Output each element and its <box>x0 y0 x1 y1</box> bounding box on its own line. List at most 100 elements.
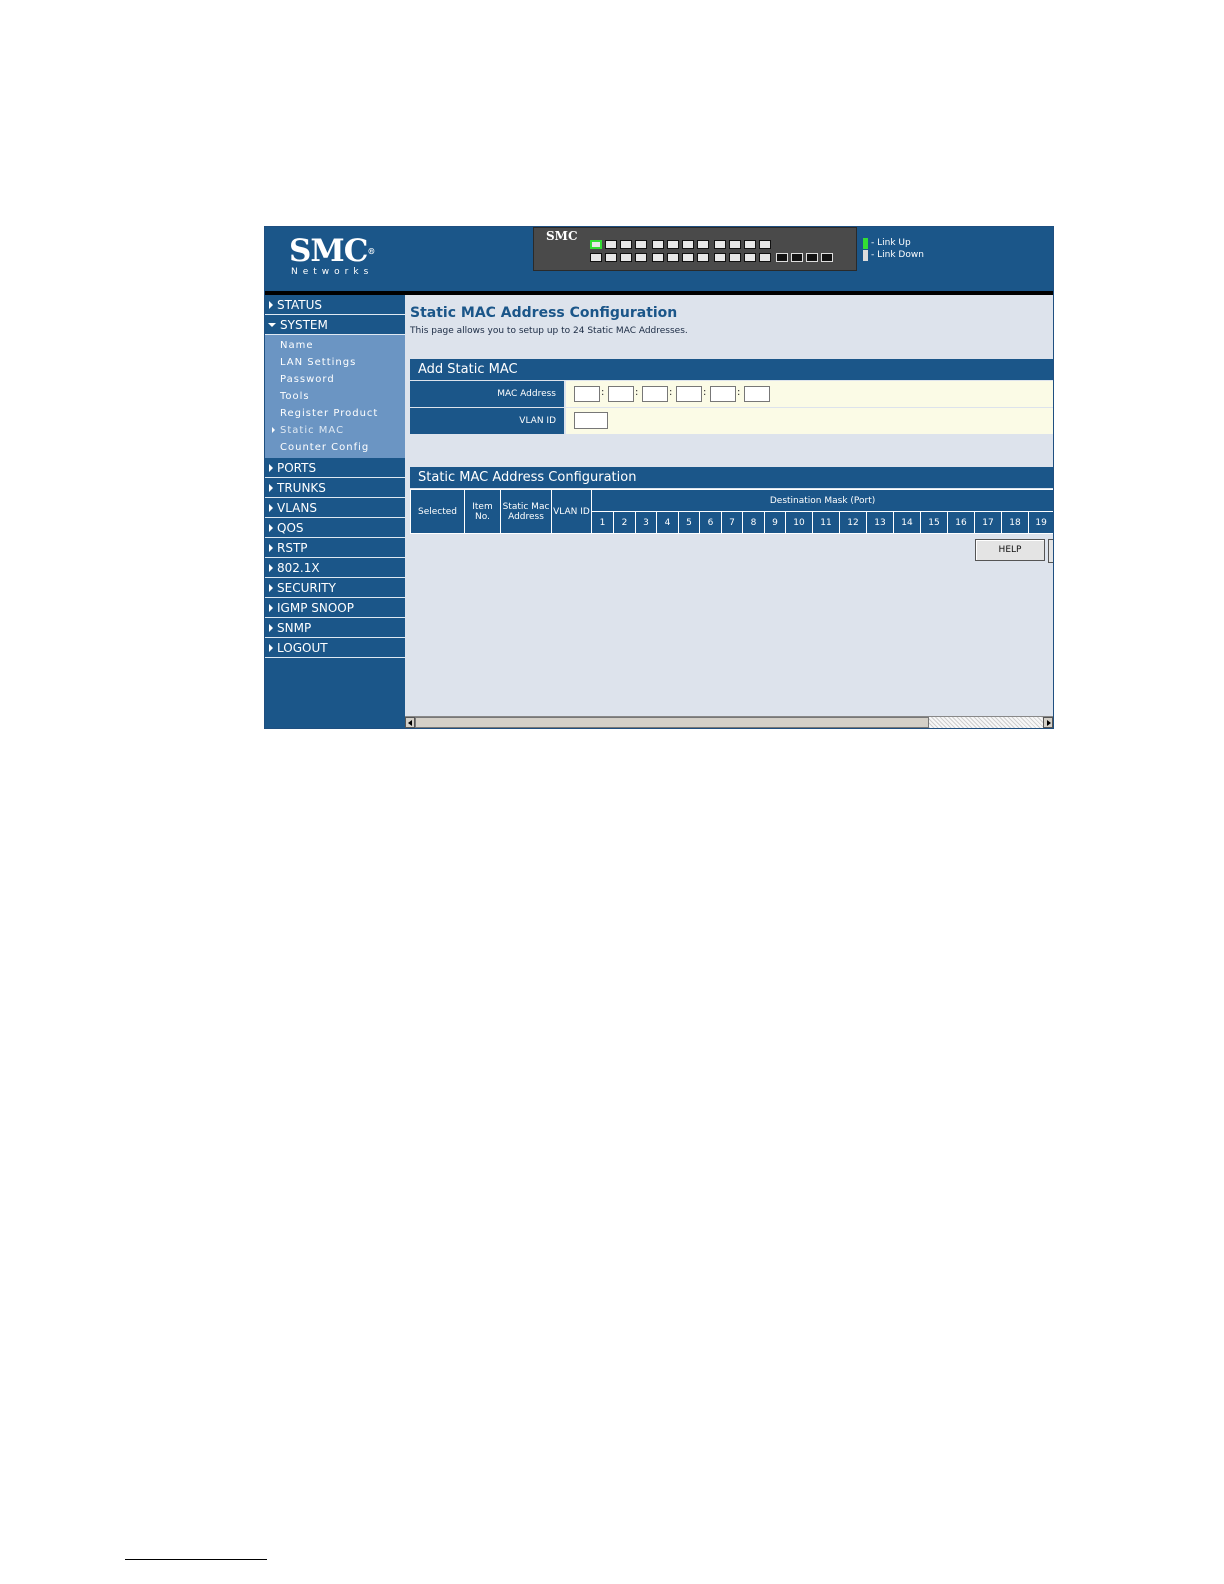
port-header-9: 9 <box>764 511 786 534</box>
triangle-right-icon <box>269 484 273 492</box>
port-header-1: 1 <box>591 511 614 534</box>
nav-qos[interactable]: QOS <box>265 518 405 538</box>
switch-panel-graphic: SMC <box>533 227 857 271</box>
logo-text: SMC <box>289 233 368 269</box>
horizontal-scrollbar[interactable] <box>405 716 1053 728</box>
page-description: This page allows you to setup up to 24 S… <box>410 326 688 336</box>
ethernet-port-icon <box>682 253 694 262</box>
ethernet-port-icon <box>682 240 694 249</box>
nav-label: RSTP <box>277 541 308 555</box>
nav-label: SECURITY <box>277 581 336 595</box>
subnav-lan-settings[interactable]: LAN Settings <box>265 354 405 371</box>
subnav-static-mac-label: Static MAC <box>280 425 345 436</box>
nav-label: TRUNKS <box>277 481 326 495</box>
port-header-12: 12 <box>839 511 867 534</box>
port-header-5: 5 <box>678 511 700 534</box>
smc-logo: SMC® Networks <box>289 233 375 277</box>
ethernet-port-icon <box>652 240 664 249</box>
nav-label: 802.1X <box>277 561 320 575</box>
triangle-right-icon <box>269 544 273 552</box>
nav-label: PORTS <box>277 461 317 475</box>
help-button[interactable]: HELP <box>975 539 1045 561</box>
triangle-right-icon <box>269 504 273 512</box>
col-item-no: Item No. <box>464 489 501 534</box>
mac-separator: : <box>703 387 707 398</box>
mac-octet-1-input[interactable] <box>574 386 600 402</box>
port-header-16: 16 <box>947 511 975 534</box>
scrollbar-thumb[interactable] <box>415 717 929 728</box>
ethernet-port-icon <box>635 253 647 262</box>
sidebar: STATUS SYSTEM Name LAN Settings Password… <box>265 295 405 728</box>
nav-igmp-snoop[interactable]: IGMP SNOOP <box>265 598 405 618</box>
triangle-right-icon <box>269 301 273 309</box>
nav-snmp[interactable]: SNMP <box>265 618 405 638</box>
nav-logout[interactable]: LOGOUT <box>265 638 405 658</box>
scroll-left-arrow-icon[interactable] <box>405 717 415 728</box>
legend-link-down: - Link Down <box>863 249 924 261</box>
col-selected: Selected <box>410 489 465 534</box>
browser-frame: SMC® Networks SMC - Link Up - Link Down … <box>264 226 1054 729</box>
subnav-password[interactable]: Password <box>265 371 405 388</box>
subnav-tools[interactable]: Tools <box>265 388 405 405</box>
ethernet-port-icon <box>759 253 771 262</box>
ethernet-port-icon <box>635 240 647 249</box>
ethernet-port-icon <box>605 253 617 262</box>
nav-trunks[interactable]: TRUNKS <box>265 478 405 498</box>
mac-octet-5-input[interactable] <box>710 386 736 402</box>
mac-separator: : <box>737 387 741 398</box>
link-down-swatch <box>863 249 868 261</box>
vlan-id-label: VLAN ID <box>410 408 564 434</box>
ethernet-port-icon <box>697 253 709 262</box>
triangle-right-icon <box>269 524 273 532</box>
static-mac-table-heading: Static MAC Address Configuration <box>410 467 1053 488</box>
subnav-register-product[interactable]: Register Product <box>265 405 405 422</box>
port-header-6: 6 <box>699 511 722 534</box>
mac-octet-3-input[interactable] <box>642 386 668 402</box>
link-legend: - Link Up - Link Down <box>863 237 924 261</box>
triangle-right-icon <box>269 584 273 592</box>
port-header-15: 15 <box>920 511 948 534</box>
nav-status[interactable]: STATUS <box>265 295 405 315</box>
mac-octet-2-input[interactable] <box>608 386 634 402</box>
nav-label: VLANS <box>277 501 317 515</box>
triangle-down-icon <box>268 323 276 327</box>
ethernet-port-icon <box>667 240 679 249</box>
port-header-17: 17 <box>974 511 1002 534</box>
nav-system[interactable]: SYSTEM <box>265 315 405 335</box>
nav-8021x[interactable]: 802.1X <box>265 558 405 578</box>
sfp-port-icon <box>776 253 788 262</box>
nav-vlans[interactable]: VLANS <box>265 498 405 518</box>
nav-label: SNMP <box>277 621 312 635</box>
sfp-port-icon <box>806 253 818 262</box>
ethernet-port-icon <box>697 240 709 249</box>
mac-octet-6-input[interactable] <box>744 386 770 402</box>
mac-address-row: MAC Address : : : : : <box>410 381 1053 407</box>
vlan-id-input[interactable] <box>574 412 608 429</box>
legend-link-up: - Link Up <box>863 237 924 249</box>
vlan-id-field <box>566 408 1053 434</box>
sfp-port-icon <box>791 253 803 262</box>
mac-address-label: MAC Address <box>410 381 564 407</box>
subnav-counter-config[interactable]: Counter Config <box>265 439 405 456</box>
main-content: Static MAC Address Configuration This pa… <box>405 295 1053 728</box>
port-header-7: 7 <box>721 511 743 534</box>
nav-rstp[interactable]: RSTP <box>265 538 405 558</box>
nav-security[interactable]: SECURITY <box>265 578 405 598</box>
cut-off-button[interactable] <box>1048 539 1053 563</box>
scroll-right-arrow-icon[interactable] <box>1043 717 1053 728</box>
scrollbar-track[interactable] <box>929 717 1043 728</box>
col-vlan-id: VLAN ID <box>551 489 592 534</box>
link-up-swatch <box>863 237 868 249</box>
logo-subtitle: Networks <box>291 267 374 277</box>
subnav-name[interactable]: Name <box>265 337 405 354</box>
subnav-static-mac[interactable]: Static MAC <box>265 422 405 439</box>
port-header-13: 13 <box>866 511 894 534</box>
ethernet-port-icon <box>714 253 726 262</box>
port-header-3: 3 <box>635 511 657 534</box>
nav-ports[interactable]: PORTS <box>265 458 405 478</box>
triangle-right-icon <box>269 644 273 652</box>
triangle-right-icon <box>269 564 273 572</box>
mac-separator: : <box>601 387 605 398</box>
mac-octet-4-input[interactable] <box>676 386 702 402</box>
ethernet-port-icon <box>729 240 741 249</box>
